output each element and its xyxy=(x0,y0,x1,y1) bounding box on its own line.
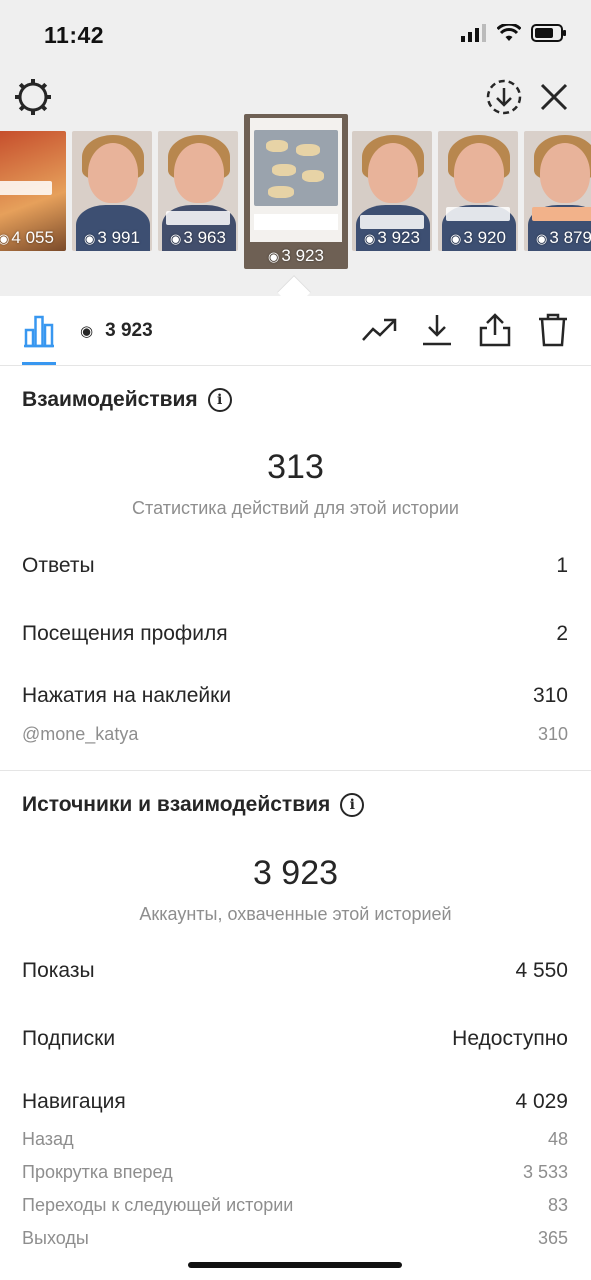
signal-icon xyxy=(461,24,486,42)
metric-label: Прокрутка вперед xyxy=(22,1162,173,1182)
metric-label: Ответы xyxy=(22,554,95,577)
interactions-section-title: Взаимодействия i xyxy=(22,388,232,412)
story-views: ◉ 3 991 xyxy=(84,228,140,247)
metric-label: Нажатия на наклейки xyxy=(22,684,232,707)
metric-value: Недоступно xyxy=(452,1027,568,1050)
metric-label: Подписки xyxy=(22,1027,116,1050)
replies-row: Ответы 1 xyxy=(22,554,568,578)
story-thumbnail[interactable]: ◉ 3 920 xyxy=(438,131,518,251)
save-to-device-icon[interactable] xyxy=(485,78,523,116)
insights-toolbar: ◉ 3 923 xyxy=(0,296,591,366)
metric-value: 365 xyxy=(537,1228,568,1248)
story-views: ◉ 3 923 xyxy=(268,246,324,265)
profile-visits-row: Посещения профиля 2 xyxy=(22,622,568,646)
follows-row: Подписки Недоступно xyxy=(22,1027,568,1051)
metric-value: 2 xyxy=(556,622,568,645)
story-archive-header: 11:42 ◉ 4 055 ◉ 3 991 ◉ 3 963 ◉ 3 923 ◉ … xyxy=(0,0,591,309)
eye-icon: ◉ xyxy=(0,231,10,246)
close-icon[interactable] xyxy=(535,78,573,116)
metric-label: Выходы xyxy=(22,1228,89,1248)
navigation-row: Навигация 4 029 xyxy=(22,1090,568,1114)
interactions-title-text: Взаимодействия xyxy=(22,388,198,411)
story-views: ◉ 3 879 xyxy=(536,228,591,247)
metric-label: Назад xyxy=(22,1129,74,1149)
nav-exits-row: Выходы 365 xyxy=(22,1228,568,1249)
metric-value: 48 xyxy=(547,1129,568,1149)
interactions-total: 313 xyxy=(267,448,324,486)
status-bar: 11:42 xyxy=(0,0,591,70)
status-time: 11:42 xyxy=(44,22,105,48)
trash-icon[interactable] xyxy=(535,312,571,348)
nav-back-row: Назад 48 xyxy=(22,1129,568,1150)
discovery-section-title: Источники и взаимодействия i xyxy=(22,793,365,817)
eye-icon: ◉ xyxy=(80,323,94,340)
info-icon[interactable]: i xyxy=(207,388,232,412)
info-icon[interactable]: i xyxy=(340,793,365,817)
view-count-value: 3 923 xyxy=(105,320,153,341)
eye-icon: ◉ xyxy=(536,231,548,246)
metric-label: Навигация xyxy=(22,1090,126,1113)
metric-value: 1 xyxy=(556,554,568,577)
interactions-caption: Статистика действий для этой истории xyxy=(132,498,459,518)
discovery-title-text: Источники и взаимодействия xyxy=(22,793,331,816)
eye-icon: ◉ xyxy=(450,231,462,246)
story-views: ◉ 3 963 xyxy=(170,228,226,247)
accounts-reached-caption: Аккаунты, охваченные этой историей xyxy=(139,904,452,924)
story-views: ◉ 3 920 xyxy=(450,228,506,247)
metric-value: 4 029 xyxy=(515,1090,568,1113)
metric-value: 310 xyxy=(537,724,568,744)
insights-bar-chart-icon[interactable] xyxy=(22,314,56,348)
settings-gear-icon[interactable] xyxy=(14,78,52,116)
story-thumbnail[interactable]: ◉ 3 879 xyxy=(524,131,591,251)
eye-icon: ◉ xyxy=(170,231,182,246)
eye-icon: ◉ xyxy=(364,231,376,246)
nav-next-story-row: Переходы к следующей истории 83 xyxy=(22,1195,568,1216)
share-icon[interactable] xyxy=(477,312,513,348)
download-icon[interactable] xyxy=(419,312,455,348)
nav-forward-row: Прокрутка вперед 3 533 xyxy=(22,1162,568,1183)
metric-value: 310 xyxy=(532,684,568,707)
story-thumbnail[interactable]: ◉ 3 923 xyxy=(352,131,432,251)
story-thumbnail[interactable]: ◉ 3 991 xyxy=(72,131,152,251)
story-views: ◉ 4 055 xyxy=(0,228,54,247)
trending-up-icon[interactable] xyxy=(361,312,397,348)
story-thumbnail[interactable]: ◉ 3 963 xyxy=(158,131,238,251)
story-thumbnail[interactable]: ◉ 4 055 xyxy=(0,131,66,251)
story-thumbnails-strip: ◉ 4 055 ◉ 3 991 ◉ 3 963 ◉ 3 923 ◉ 3 923 … xyxy=(0,114,591,274)
metric-label: @mone_katya xyxy=(22,724,139,744)
active-tab-indicator xyxy=(22,362,56,365)
metric-label: Показы xyxy=(22,959,95,982)
metric-value: 83 xyxy=(547,1195,568,1215)
impressions-row: Показы 4 550 xyxy=(22,959,568,983)
metric-label: Посещения профиля xyxy=(22,622,228,645)
metric-value: 3 533 xyxy=(522,1162,568,1182)
story-views: ◉ 3 923 xyxy=(364,228,420,247)
story-thumbnail-selected[interactable]: ◉ 3 923 xyxy=(244,114,348,269)
section-divider xyxy=(0,770,591,771)
eye-icon: ◉ xyxy=(268,249,280,264)
sticker-taps-row: Нажатия на наклейки 310 xyxy=(22,684,568,708)
accounts-reached-total: 3 923 xyxy=(252,854,339,892)
eye-icon: ◉ xyxy=(84,231,96,246)
sticker-mention-row: @mone_katya 310 xyxy=(22,724,568,745)
story-view-count[interactable]: ◉ 3 923 xyxy=(80,320,153,342)
story-actions xyxy=(361,312,571,348)
battery-icon xyxy=(531,24,566,42)
metric-value: 4 550 xyxy=(515,959,568,982)
wifi-icon xyxy=(497,24,521,41)
home-indicator[interactable] xyxy=(188,1262,402,1268)
metric-label: Переходы к следующей истории xyxy=(22,1195,294,1215)
status-icons xyxy=(461,24,567,42)
